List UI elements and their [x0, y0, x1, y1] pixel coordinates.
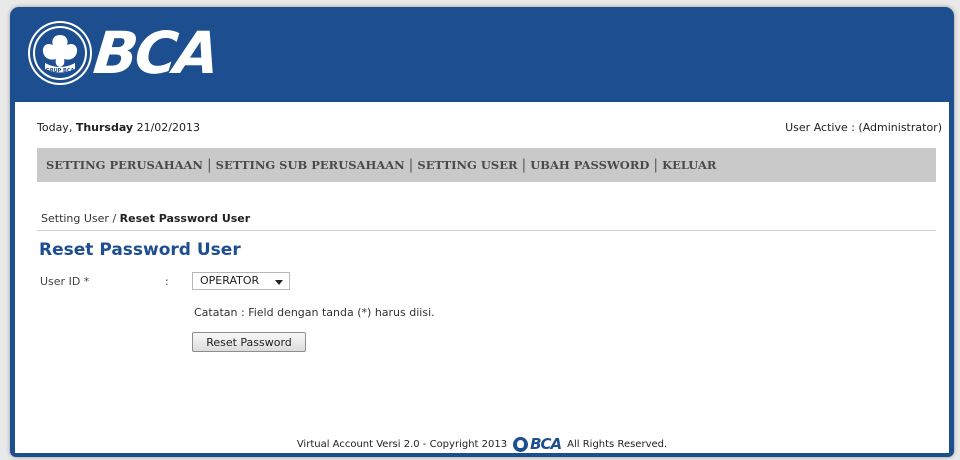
- nav-separator: |: [206, 157, 212, 173]
- footer-logo-text: BCA: [530, 435, 562, 453]
- nav-separator: |: [521, 157, 527, 173]
- footer: Virtual Account Versi 2.0 - Copyright 20…: [15, 435, 949, 453]
- header: GRUP BCA BCA: [10, 7, 954, 102]
- breadcrumb-parent[interactable]: Setting User: [41, 212, 109, 225]
- user-id-select[interactable]: OPERATOR: [192, 272, 290, 290]
- brand-wordmark: BCA: [90, 19, 221, 87]
- breadcrumb-current: Reset Password User: [119, 212, 251, 225]
- required-field-note: Catatan : Field dengan tanda (*) harus d…: [194, 306, 435, 319]
- nav-setting-sub-perusahaan[interactable]: SETTING SUB PERUSAHAAN: [216, 158, 405, 172]
- user-active: User Active : (Administrator): [785, 121, 942, 134]
- today-date: Today, Thursday 21/02/2013: [37, 121, 200, 134]
- reset-password-button[interactable]: Reset Password: [192, 332, 306, 352]
- chevron-down-icon: [275, 280, 283, 285]
- footer-logo: BCA: [513, 435, 562, 453]
- bca-logo: GRUP BCA BCA: [30, 19, 221, 87]
- main-content: Today, Thursday 21/02/2013 User Active :…: [15, 102, 949, 453]
- user-id-label: User ID *: [40, 275, 90, 288]
- nav-setting-user[interactable]: SETTING USER: [417, 158, 517, 172]
- nav-setting-perusahaan[interactable]: SETTING PERUSAHAAN: [46, 158, 203, 172]
- main-nav: SETTING PERUSAHAAN | SETTING SUB PERUSAH…: [37, 148, 936, 182]
- emblem-caption: GRUP BCA: [46, 68, 75, 74]
- breadcrumb: Setting User / Reset Password User: [41, 212, 251, 225]
- nav-ubah-password[interactable]: UBAH PASSWORD: [530, 158, 649, 172]
- user-id-selected-value: OPERATOR: [200, 274, 260, 287]
- page-title: Reset Password User: [39, 240, 241, 260]
- nav-separator: |: [653, 157, 659, 173]
- user-id-colon: :: [165, 275, 169, 288]
- footer-copyright: Virtual Account Versi 2.0 - Copyright 20…: [296, 438, 508, 450]
- nav-keluar[interactable]: KELUAR: [662, 158, 716, 172]
- bca-emblem-icon: [513, 436, 529, 452]
- divider: [37, 230, 936, 231]
- bca-emblem-icon: GRUP BCA: [30, 23, 90, 83]
- footer-rights: All Rights Reserved.: [567, 438, 668, 450]
- nav-separator: |: [408, 157, 414, 173]
- app-window: GRUP BCA BCA Today, Thursday 21/02/2013 …: [10, 7, 954, 457]
